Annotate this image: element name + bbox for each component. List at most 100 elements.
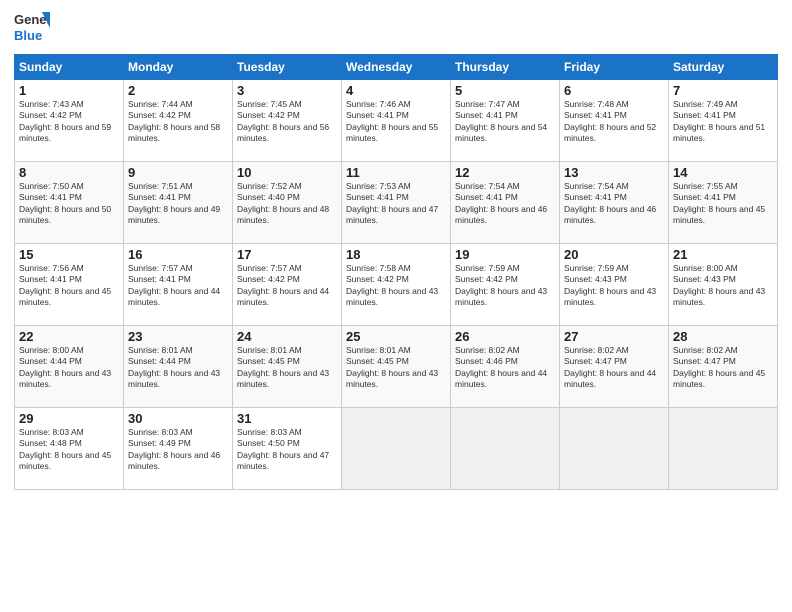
cell-info: Sunrise: 7:45 AMSunset: 4:42 PMDaylight:…	[237, 99, 337, 145]
day-number: 7	[673, 83, 773, 98]
cell-info: Sunrise: 7:59 AMSunset: 4:42 PMDaylight:…	[455, 263, 555, 309]
calendar-cell	[451, 408, 560, 490]
day-number: 16	[128, 247, 228, 262]
cell-info: Sunrise: 7:55 AMSunset: 4:41 PMDaylight:…	[673, 181, 773, 227]
day-number: 25	[346, 329, 446, 344]
day-number: 29	[19, 411, 119, 426]
cell-info: Sunrise: 8:01 AMSunset: 4:45 PMDaylight:…	[346, 345, 446, 391]
calendar-cell: 3 Sunrise: 7:45 AMSunset: 4:42 PMDayligh…	[233, 80, 342, 162]
calendar-cell: 19 Sunrise: 7:59 AMSunset: 4:42 PMDaylig…	[451, 244, 560, 326]
cell-info: Sunrise: 8:00 AMSunset: 4:43 PMDaylight:…	[673, 263, 773, 309]
calendar-cell: 13 Sunrise: 7:54 AMSunset: 4:41 PMDaylig…	[560, 162, 669, 244]
calendar-cell: 21 Sunrise: 8:00 AMSunset: 4:43 PMDaylig…	[669, 244, 778, 326]
calendar-cell: 11 Sunrise: 7:53 AMSunset: 4:41 PMDaylig…	[342, 162, 451, 244]
day-number: 12	[455, 165, 555, 180]
col-header-saturday: Saturday	[669, 55, 778, 80]
calendar-cell: 18 Sunrise: 7:58 AMSunset: 4:42 PMDaylig…	[342, 244, 451, 326]
day-number: 2	[128, 83, 228, 98]
cell-info: Sunrise: 8:03 AMSunset: 4:49 PMDaylight:…	[128, 427, 228, 473]
day-number: 8	[19, 165, 119, 180]
calendar-cell: 30 Sunrise: 8:03 AMSunset: 4:49 PMDaylig…	[124, 408, 233, 490]
cell-info: Sunrise: 7:57 AMSunset: 4:41 PMDaylight:…	[128, 263, 228, 309]
day-number: 5	[455, 83, 555, 98]
day-number: 13	[564, 165, 664, 180]
cell-info: Sunrise: 8:02 AMSunset: 4:47 PMDaylight:…	[564, 345, 664, 391]
cell-info: Sunrise: 8:03 AMSunset: 4:50 PMDaylight:…	[237, 427, 337, 473]
col-header-thursday: Thursday	[451, 55, 560, 80]
day-number: 20	[564, 247, 664, 262]
calendar-cell: 8 Sunrise: 7:50 AMSunset: 4:41 PMDayligh…	[15, 162, 124, 244]
cell-info: Sunrise: 7:44 AMSunset: 4:42 PMDaylight:…	[128, 99, 228, 145]
day-number: 28	[673, 329, 773, 344]
calendar-cell: 12 Sunrise: 7:54 AMSunset: 4:41 PMDaylig…	[451, 162, 560, 244]
calendar-cell: 16 Sunrise: 7:57 AMSunset: 4:41 PMDaylig…	[124, 244, 233, 326]
col-header-tuesday: Tuesday	[233, 55, 342, 80]
col-header-wednesday: Wednesday	[342, 55, 451, 80]
cell-info: Sunrise: 7:53 AMSunset: 4:41 PMDaylight:…	[346, 181, 446, 227]
cell-info: Sunrise: 7:51 AMSunset: 4:41 PMDaylight:…	[128, 181, 228, 227]
cell-info: Sunrise: 8:02 AMSunset: 4:47 PMDaylight:…	[673, 345, 773, 391]
cell-info: Sunrise: 8:01 AMSunset: 4:44 PMDaylight:…	[128, 345, 228, 391]
day-number: 27	[564, 329, 664, 344]
calendar-cell: 6 Sunrise: 7:48 AMSunset: 4:41 PMDayligh…	[560, 80, 669, 162]
col-header-sunday: Sunday	[15, 55, 124, 80]
cell-info: Sunrise: 7:46 AMSunset: 4:41 PMDaylight:…	[346, 99, 446, 145]
calendar-cell: 1 Sunrise: 7:43 AMSunset: 4:42 PMDayligh…	[15, 80, 124, 162]
day-number: 1	[19, 83, 119, 98]
calendar-cell: 9 Sunrise: 7:51 AMSunset: 4:41 PMDayligh…	[124, 162, 233, 244]
calendar-cell: 25 Sunrise: 8:01 AMSunset: 4:45 PMDaylig…	[342, 326, 451, 408]
calendar-cell: 2 Sunrise: 7:44 AMSunset: 4:42 PMDayligh…	[124, 80, 233, 162]
col-header-monday: Monday	[124, 55, 233, 80]
logo-graphic: General Blue	[14, 10, 50, 46]
day-number: 19	[455, 247, 555, 262]
calendar-cell: 20 Sunrise: 7:59 AMSunset: 4:43 PMDaylig…	[560, 244, 669, 326]
cell-info: Sunrise: 7:49 AMSunset: 4:41 PMDaylight:…	[673, 99, 773, 145]
cell-info: Sunrise: 7:58 AMSunset: 4:42 PMDaylight:…	[346, 263, 446, 309]
calendar-cell: 22 Sunrise: 8:00 AMSunset: 4:44 PMDaylig…	[15, 326, 124, 408]
day-number: 24	[237, 329, 337, 344]
calendar-cell	[342, 408, 451, 490]
logo: General Blue	[14, 10, 50, 46]
calendar-cell: 31 Sunrise: 8:03 AMSunset: 4:50 PMDaylig…	[233, 408, 342, 490]
week-row-3: 15 Sunrise: 7:56 AMSunset: 4:41 PMDaylig…	[15, 244, 778, 326]
day-number: 11	[346, 165, 446, 180]
page-header: General Blue	[14, 10, 778, 46]
day-number: 3	[237, 83, 337, 98]
calendar-cell: 26 Sunrise: 8:02 AMSunset: 4:46 PMDaylig…	[451, 326, 560, 408]
day-number: 17	[237, 247, 337, 262]
week-row-4: 22 Sunrise: 8:00 AMSunset: 4:44 PMDaylig…	[15, 326, 778, 408]
day-number: 6	[564, 83, 664, 98]
cell-info: Sunrise: 7:43 AMSunset: 4:42 PMDaylight:…	[19, 99, 119, 145]
cell-info: Sunrise: 8:03 AMSunset: 4:48 PMDaylight:…	[19, 427, 119, 473]
cell-info: Sunrise: 7:52 AMSunset: 4:40 PMDaylight:…	[237, 181, 337, 227]
week-row-1: 1 Sunrise: 7:43 AMSunset: 4:42 PMDayligh…	[15, 80, 778, 162]
week-row-2: 8 Sunrise: 7:50 AMSunset: 4:41 PMDayligh…	[15, 162, 778, 244]
day-number: 23	[128, 329, 228, 344]
week-row-5: 29 Sunrise: 8:03 AMSunset: 4:48 PMDaylig…	[15, 408, 778, 490]
calendar-cell: 5 Sunrise: 7:47 AMSunset: 4:41 PMDayligh…	[451, 80, 560, 162]
cell-info: Sunrise: 7:54 AMSunset: 4:41 PMDaylight:…	[455, 181, 555, 227]
cell-info: Sunrise: 7:59 AMSunset: 4:43 PMDaylight:…	[564, 263, 664, 309]
cell-info: Sunrise: 7:48 AMSunset: 4:41 PMDaylight:…	[564, 99, 664, 145]
cell-info: Sunrise: 8:00 AMSunset: 4:44 PMDaylight:…	[19, 345, 119, 391]
day-number: 31	[237, 411, 337, 426]
calendar-cell: 27 Sunrise: 8:02 AMSunset: 4:47 PMDaylig…	[560, 326, 669, 408]
cell-info: Sunrise: 7:50 AMSunset: 4:41 PMDaylight:…	[19, 181, 119, 227]
col-header-friday: Friday	[560, 55, 669, 80]
day-number: 4	[346, 83, 446, 98]
day-number: 26	[455, 329, 555, 344]
day-number: 15	[19, 247, 119, 262]
calendar-cell	[669, 408, 778, 490]
calendar-cell: 17 Sunrise: 7:57 AMSunset: 4:42 PMDaylig…	[233, 244, 342, 326]
day-number: 18	[346, 247, 446, 262]
day-number: 14	[673, 165, 773, 180]
cell-info: Sunrise: 7:47 AMSunset: 4:41 PMDaylight:…	[455, 99, 555, 145]
calendar-cell: 29 Sunrise: 8:03 AMSunset: 4:48 PMDaylig…	[15, 408, 124, 490]
calendar-cell: 23 Sunrise: 8:01 AMSunset: 4:44 PMDaylig…	[124, 326, 233, 408]
calendar-cell: 7 Sunrise: 7:49 AMSunset: 4:41 PMDayligh…	[669, 80, 778, 162]
calendar-cell: 14 Sunrise: 7:55 AMSunset: 4:41 PMDaylig…	[669, 162, 778, 244]
calendar-table: SundayMondayTuesdayWednesdayThursdayFrid…	[14, 54, 778, 490]
calendar-cell: 4 Sunrise: 7:46 AMSunset: 4:41 PMDayligh…	[342, 80, 451, 162]
cell-info: Sunrise: 7:57 AMSunset: 4:42 PMDaylight:…	[237, 263, 337, 309]
svg-text:Blue: Blue	[14, 28, 42, 43]
